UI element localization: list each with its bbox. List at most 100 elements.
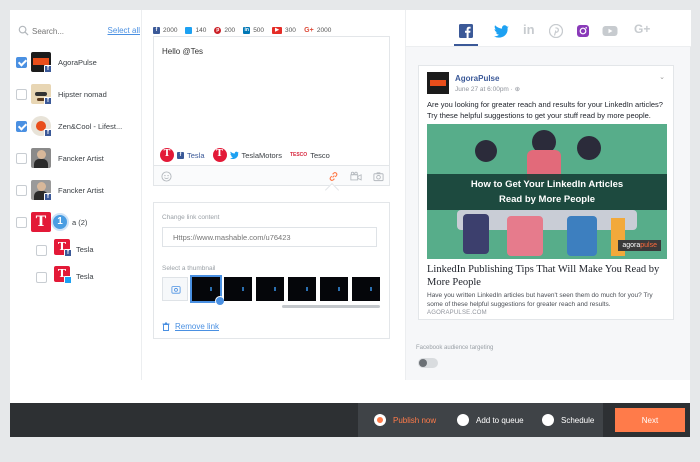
radio-selected-icon (374, 414, 386, 426)
next-button[interactable]: Next (615, 408, 685, 432)
illustration-person (577, 136, 601, 160)
radio-icon (542, 414, 554, 426)
stat-value: 200 (224, 26, 236, 34)
twitter-badge-icon (64, 276, 72, 284)
account-name: AgoraPulse (58, 58, 97, 67)
tesla-avatar (160, 148, 174, 162)
tab-linkedin-icon[interactable]: in (523, 22, 537, 37)
change-link-label: Change link content (162, 214, 220, 221)
video-icon[interactable] (350, 171, 362, 182)
composer-panel: f 2000 140 p 200 in 500 ▶ 300 G+ 2000 Hello @… (153, 10, 400, 380)
account-row[interactable]: f Fancker Artist (10, 177, 140, 205)
account-checkbox[interactable] (16, 89, 27, 100)
account-row[interactable]: T Tesla (30, 263, 140, 291)
account-checkbox[interactable] (36, 245, 47, 256)
tab-google-plus-icon[interactable]: G+ (634, 22, 654, 36)
link-title[interactable]: LinkedIn Publishing Tips That Will Make … (427, 263, 667, 289)
search-icon (18, 25, 29, 36)
publish-footer: Publish now Add to queue Schedule Next (10, 403, 690, 437)
account-checkbox[interactable] (16, 217, 27, 228)
account-checkbox[interactable] (36, 272, 47, 283)
post-text: Are you looking for greater reach and re… (427, 100, 663, 120)
tab-instagram-icon[interactable] (576, 24, 590, 38)
stat-google-plus: G+ 2000 (304, 24, 331, 36)
google-plus-icon: G+ (304, 26, 314, 34)
chevron-down-icon[interactable]: ⌄ (659, 73, 665, 81)
emoji-icon[interactable] (161, 171, 172, 182)
account-checkbox[interactable] (16, 153, 27, 164)
account-checkbox[interactable] (16, 185, 27, 196)
mention-tesco[interactable]: TESCO Tesco (290, 151, 330, 160)
account-row[interactable]: f Hipster nomad (10, 81, 140, 109)
account-row[interactable]: T f Tesla (30, 236, 140, 264)
stat-youtube: ▶ 300 (272, 24, 296, 36)
search-input[interactable] (32, 24, 90, 38)
tab-youtube-icon[interactable] (602, 24, 618, 38)
link-url-input[interactable] (162, 227, 377, 247)
illustration-person (475, 140, 497, 162)
account-checkbox[interactable] (16, 57, 27, 68)
thumbnail-option[interactable] (224, 277, 252, 301)
thumbnail-option[interactable] (352, 277, 380, 301)
link-description: Have you written LinkedIn articles but h… (427, 292, 653, 308)
publish-now-option[interactable]: Publish now (374, 414, 436, 426)
publish-now-label: Publish now (393, 415, 437, 425)
thumbnail-option[interactable] (256, 277, 284, 301)
thumbnail-option[interactable] (190, 275, 225, 306)
stat-facebook: f 2000 (153, 24, 177, 36)
schedule-label: Schedule (561, 415, 595, 425)
mention-teslamotors-twitter[interactable]: TeslaMotors (212, 148, 282, 162)
youtube-icon: ▶ (272, 26, 283, 34)
network-tabs: in G+ (406, 10, 691, 47)
mention-tesla-facebook[interactable]: f Tesla (160, 148, 205, 162)
remove-link-label: Remove link (175, 322, 220, 331)
stat-twitter: 140 (185, 24, 206, 36)
add-to-queue-option[interactable]: Add to queue (457, 414, 524, 426)
thumbnail-strip (162, 275, 380, 306)
upload-thumbnail-button[interactable] (162, 277, 188, 301)
facebook-post-preview: AgoraPulse June 27 at 6:00pm · ⊕ ⌄ Are y… (418, 65, 674, 320)
link-icon[interactable] (328, 171, 339, 182)
accounts-panel: Select all f AgoraPulse f Hipster nomad (10, 10, 142, 380)
account-name: Tesla (76, 245, 94, 254)
post-date: June 27 at 6:00pm · ⊕ (455, 86, 521, 93)
account-group-row[interactable]: T 1 a (2) (10, 209, 140, 237)
page-avatar (427, 72, 449, 94)
compose-box[interactable]: Hello @Tes f Tesla TeslaMotors TESCO Tes… (153, 36, 390, 186)
schedule-option[interactable]: Schedule (542, 414, 594, 426)
account-name: Tesla (76, 272, 94, 281)
account-name: Fancker Artist (58, 154, 104, 163)
mention-suggestions: f Tesla TeslaMotors TESCO Tesco (160, 148, 330, 162)
link-preview-editor: Change link content Select a thumbnail R… (153, 202, 390, 339)
image-title-line-2: Read by More People (498, 194, 596, 205)
mention-label: Tesco (310, 150, 330, 160)
image-title-line-1: How to Get Your LinkedIn Articles (470, 179, 624, 190)
account-search: Select all (18, 24, 140, 38)
thumbnail-option[interactable] (320, 277, 348, 301)
facebook-badge-icon: f (44, 65, 52, 73)
camera-icon[interactable] (373, 171, 384, 182)
tesco-logo: TESCO (289, 152, 308, 158)
character-limits: f 2000 140 p 200 in 500 ▶ 300 G+ 2000 (153, 24, 331, 36)
tab-pinterest-icon[interactable] (549, 24, 563, 38)
radio-icon (457, 414, 469, 426)
facebook-badge-icon: f (64, 249, 72, 257)
stat-value: 140 (195, 26, 207, 34)
account-row[interactable]: Fancker Artist (10, 145, 140, 173)
facebook-icon: f (177, 151, 184, 159)
account-row[interactable]: f AgoraPulse (10, 49, 140, 77)
compose-text[interactable]: Hello @Tes (162, 47, 203, 56)
tab-facebook-icon[interactable] (459, 24, 473, 38)
active-tab-indicator (454, 44, 478, 46)
preview-panel: in G+ AgoraPulse June 27 at 6:00pm · ⊕ ⌄… (405, 10, 691, 380)
audience-targeting-toggle[interactable] (418, 358, 438, 368)
thumbnail-option[interactable] (288, 277, 316, 301)
stat-value: 300 (285, 26, 296, 34)
remove-link-button[interactable]: Remove link (162, 322, 219, 331)
thumbnail-scrollbar[interactable] (282, 305, 380, 308)
stat-value: 500 (253, 26, 265, 34)
select-all-link[interactable]: Select all (108, 26, 140, 35)
account-checkbox[interactable] (16, 121, 27, 132)
account-row[interactable]: f Zen&Cool - Lifest... (10, 113, 140, 141)
tab-twitter-icon[interactable] (494, 24, 509, 38)
